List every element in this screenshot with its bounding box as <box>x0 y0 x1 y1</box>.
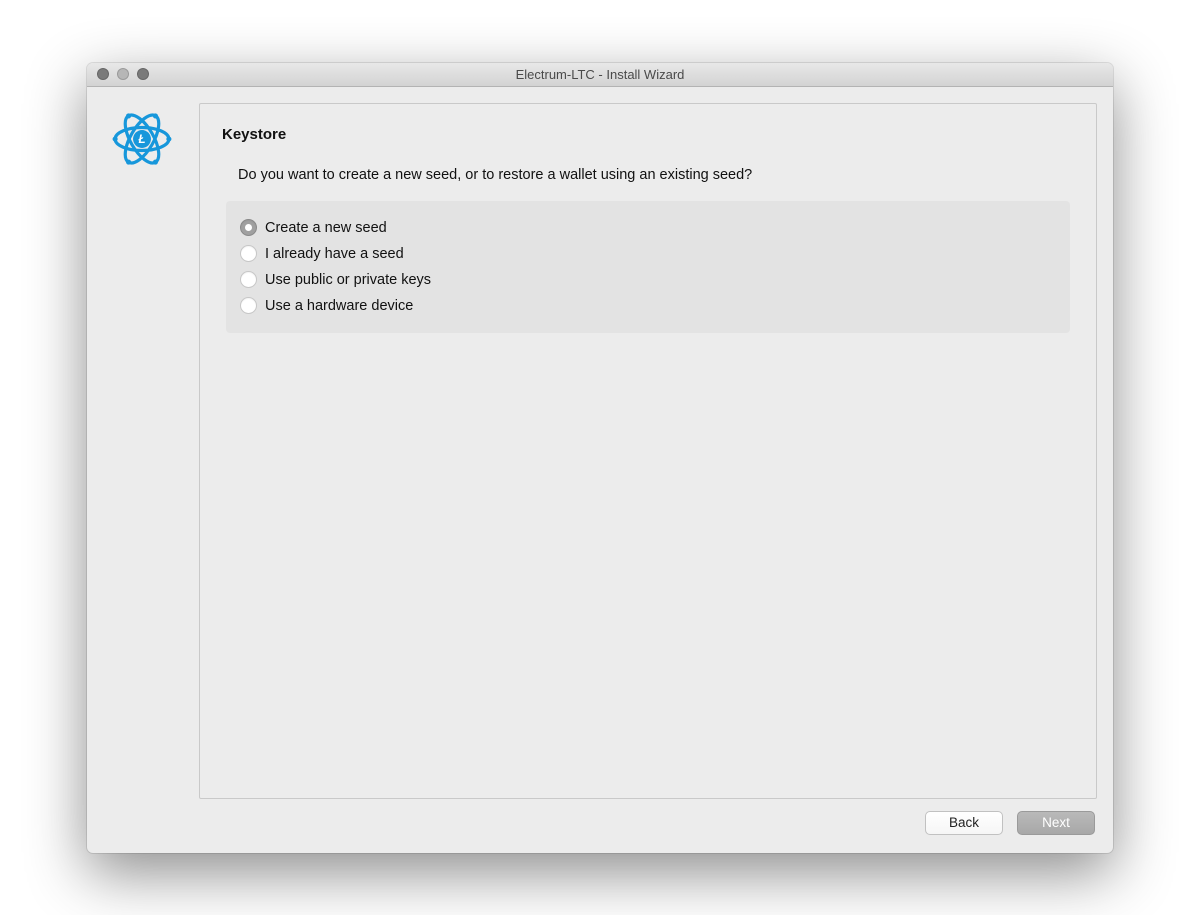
window-title: Electrum-LTC - Install Wizard <box>87 67 1113 82</box>
radio-icon <box>240 245 257 262</box>
option-label: I already have a seed <box>265 246 404 262</box>
back-button[interactable]: Back <box>925 811 1003 835</box>
option-already-have-seed[interactable]: I already have a seed <box>240 241 1056 267</box>
content-panel: Keystore Do you want to create a new see… <box>199 103 1097 799</box>
traffic-lights <box>97 68 149 80</box>
minimize-icon[interactable] <box>117 68 129 80</box>
page-heading: Keystore <box>222 126 1074 143</box>
option-label: Use a hardware device <box>265 298 413 314</box>
radio-icon <box>240 219 257 236</box>
install-wizard-window: Electrum-LTC - Install Wizard Ł <box>87 63 1113 853</box>
footer-buttons: Back Next <box>103 811 1097 837</box>
option-label: Create a new seed <box>265 220 387 236</box>
option-create-new-seed[interactable]: Create a new seed <box>240 215 1056 241</box>
logo-column: Ł <box>103 103 181 799</box>
zoom-icon[interactable] <box>137 68 149 80</box>
titlebar: Electrum-LTC - Install Wizard <box>87 63 1113 87</box>
window-body: Ł Keystore Do you want to create a new s… <box>87 87 1113 853</box>
option-use-keys[interactable]: Use public or private keys <box>240 267 1056 293</box>
close-icon[interactable] <box>97 68 109 80</box>
option-hardware-device[interactable]: Use a hardware device <box>240 293 1056 319</box>
keystore-options: Create a new seed I already have a seed … <box>226 201 1070 333</box>
radio-icon <box>240 271 257 288</box>
next-button[interactable]: Next <box>1017 811 1095 835</box>
electrum-ltc-logo-icon: Ł <box>110 107 174 171</box>
main-row: Ł Keystore Do you want to create a new s… <box>103 103 1097 799</box>
svg-text:Ł: Ł <box>137 133 145 145</box>
keystore-question: Do you want to create a new seed, or to … <box>238 167 1074 183</box>
option-label: Use public or private keys <box>265 272 431 288</box>
radio-icon <box>240 297 257 314</box>
